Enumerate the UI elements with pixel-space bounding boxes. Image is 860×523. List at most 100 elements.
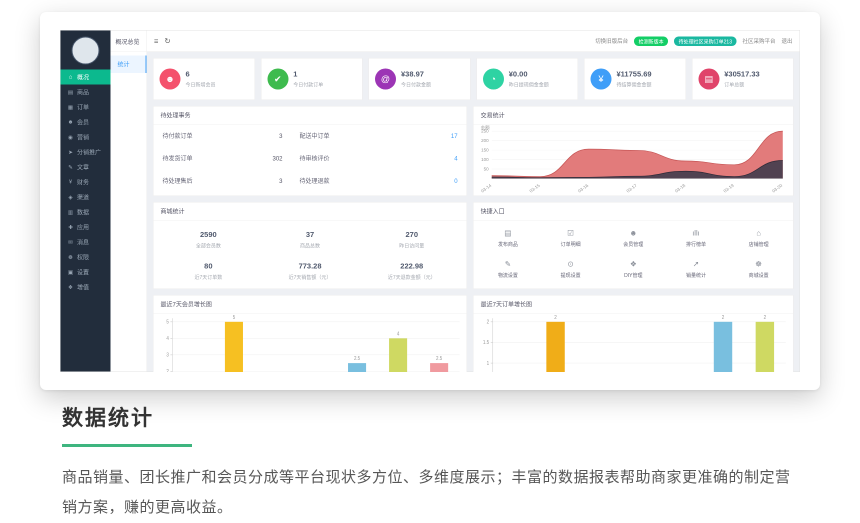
sidebar-item-3[interactable]: ☻会员 — [61, 115, 111, 130]
sidebar-item-9[interactable]: ▥数据 — [61, 205, 111, 220]
quick-entry-icon: ✎ — [477, 261, 540, 269]
quick-entry-label: 店铺管理 — [727, 240, 790, 248]
sidebar-item-4[interactable]: ◉营销 — [61, 130, 111, 145]
quick-entry-9[interactable]: ☸商城设置 — [727, 261, 790, 279]
todo-panel-title: 待处理事务 — [154, 107, 467, 125]
quick-entry-1[interactable]: ☑订单明细 — [539, 230, 602, 248]
sidebar-nav: ⌂概况▤商品▦订单☻会员◉营销➤分销推广✎文章¥财务◈渠道▥数据✚应用✉消息☸权… — [61, 70, 111, 295]
sidebar-item-5[interactable]: ➤分销推广 — [61, 145, 111, 160]
page-title: 数据统计 — [62, 402, 802, 432]
switch-version-link[interactable]: 切换旧版后台 — [595, 37, 628, 45]
quick-entry-2[interactable]: ☻会员管理 — [602, 230, 665, 248]
quick-entry-label: 会员管理 — [602, 240, 665, 248]
sidebar-item-2[interactable]: ▦订单 — [61, 100, 111, 115]
mall-stat-label: 近7天订单数 — [158, 273, 260, 281]
todo-row-0: 待付款订单3配送中订单17 — [154, 125, 467, 148]
quick-entry-8[interactable]: ↗ 销量统计 — [665, 261, 728, 279]
sidebar-item-10[interactable]: ✚应用 — [61, 220, 111, 235]
sidebar-item-icon: ▦ — [67, 104, 75, 111]
secondary-sidebar: 概况总览 统计 — [111, 31, 148, 372]
sidebar-item-8[interactable]: ◈渠道 — [61, 190, 111, 205]
mall-stat-label: 商品总数 — [259, 242, 361, 250]
sidebar-item-icon: ❖ — [67, 284, 75, 291]
svg-text:100: 100 — [481, 157, 489, 162]
quick-entry-grid: ▤ 发布商品☑订单明细☻会员管理ıllı 排行榜单⌂店铺管理 ✎物流设置⊙提现设置❖D… — [474, 221, 793, 279]
sidebar-item-6[interactable]: ✎文章 — [61, 160, 111, 175]
quick-entry-5[interactable]: ✎物流设置 — [477, 261, 540, 279]
quick-entry-7[interactable]: ❖DIY管理 — [602, 261, 665, 279]
quick-entry-0[interactable]: ▤ 发布商品 — [477, 230, 540, 248]
mall-stat-value: 37 — [259, 231, 361, 240]
svg-text:03-15: 03-15 — [529, 183, 542, 194]
svg-text:03-18: 03-18 — [674, 183, 687, 194]
logout-link[interactable]: 退出 — [782, 37, 793, 45]
quick-entry-icon: ıllı — [665, 230, 728, 238]
quick-entry-icon: ❖ — [602, 261, 665, 269]
sidebar-item-icon: ⌂ — [67, 74, 75, 80]
todo-right-value[interactable]: 4 — [433, 155, 458, 162]
stat-card-label: 昨日提现佣金金额 — [509, 81, 549, 89]
sidebar-item-icon: ➤ — [67, 149, 75, 156]
mall-stat-value: 773.28 — [259, 262, 361, 271]
sidebar-item-11[interactable]: ✉消息 — [61, 235, 111, 250]
sidebar-item-icon: ✚ — [67, 224, 75, 231]
mall-stat-0: 2590全部会员数 — [158, 231, 260, 250]
stat-card-label: 今日付款金额 — [401, 81, 431, 89]
quick-entry-label: 排行榜单 — [665, 240, 728, 248]
quick-entry-3[interactable]: ıllı 排行榜单 — [665, 230, 728, 248]
todo-left-value: 302 — [248, 155, 283, 162]
stat-card-label: 订单总额 — [724, 81, 759, 89]
todo-left-label: 待发货订单 — [163, 154, 248, 163]
mall-stats-grid: 2590全部会员数37商品总数270昨日访问量80近7天订单数773.28近7天… — [154, 221, 467, 281]
sidebar-item-0[interactable]: ⌂概况 — [61, 70, 111, 85]
secondary-sidebar-title: 概况总览 — [111, 31, 147, 52]
svg-text:03-14: 03-14 — [480, 183, 493, 194]
sidebar-item-1[interactable]: ▤商品 — [61, 85, 111, 100]
quick-entry-6[interactable]: ⊙提现设置 — [539, 261, 602, 279]
sidebar-item-icon: ▣ — [67, 269, 75, 276]
sidebar-item-12[interactable]: ☸权限 — [61, 250, 111, 265]
refresh-icon[interactable]: ↻ — [164, 37, 170, 46]
sidebar-item-statistics[interactable]: 统计 — [111, 56, 147, 74]
member-growth-panel: 最近7天会员增长图 123451.550.42.542.5 — [153, 295, 467, 372]
svg-text:5: 5 — [166, 319, 169, 326]
svg-text:4: 4 — [166, 336, 169, 343]
todo-left-label: 待付款订单 — [163, 132, 248, 141]
pending-orders-badge[interactable]: 待处理社区采购订单213 — [674, 36, 736, 46]
sidebar: ⌂概况▤商品▦订单☻会员◉营销➤分销推广✎文章¥财务◈渠道▥数据✚应用✉消息☸权… — [61, 31, 111, 372]
sidebar-item-icon: ☻ — [67, 119, 75, 125]
stat-card-text: 6今日新增会员 — [186, 70, 216, 88]
quick-entry-label: 销量统计 — [665, 271, 728, 279]
stat-card-value: ¥11755.69 — [617, 70, 652, 79]
sidebar-item-13[interactable]: ▣设置 — [61, 265, 111, 280]
svg-text:3: 3 — [166, 352, 169, 359]
todo-right-value[interactable]: 0 — [433, 177, 458, 184]
todo-right-value[interactable]: 17 — [433, 132, 458, 139]
todo-right-label: 待处理退款 — [283, 177, 433, 186]
stat-card-text: ¥11755.69待结算佣金金额 — [617, 70, 652, 88]
stat-card-1: ✔1今日付款订单 — [261, 58, 363, 100]
quick-entry-icon: ↗ — [665, 261, 728, 269]
mall-stats-panel: 商城统计 2590全部会员数37商品总数270昨日访问量80近7天订单数773.… — [153, 202, 467, 289]
menu-icon[interactable]: ≡ — [154, 37, 158, 46]
member-growth-title: 最近7天会员增长图 — [154, 296, 467, 314]
check-version-badge[interactable]: 检测新版本 — [634, 36, 668, 46]
avatar[interactable] — [72, 37, 100, 65]
svg-text:03-17: 03-17 — [626, 183, 639, 194]
sidebar-item-7[interactable]: ¥财务 — [61, 175, 111, 190]
quick-entry-icon: ⊙ — [539, 261, 602, 269]
sidebar-item-14[interactable]: ❖增值 — [61, 280, 111, 295]
mall-stat-value: 222.98 — [361, 262, 463, 271]
quick-panel-title: 快捷入口 — [474, 203, 793, 221]
quick-entry-label: 订单明细 — [539, 240, 602, 248]
todo-panel: 待处理事务 待付款订单3配送中订单17待发货订单302待审核评价4待处理售后3待… — [153, 106, 467, 196]
quick-entry-4[interactable]: ⌂店铺管理 — [727, 230, 790, 248]
sidebar-item-label: 应用 — [77, 223, 89, 232]
stat-card-icon: ◔ — [483, 69, 504, 90]
platform-link[interactable]: 社区采购平台 — [743, 37, 776, 45]
sidebar-item-label: 消息 — [77, 238, 89, 247]
svg-text:200: 200 — [481, 138, 489, 143]
mall-stat-label: 昨日访问量 — [361, 242, 463, 250]
quick-entry-icon: ▤ — [477, 230, 540, 238]
quick-entry-label: 发布商品 — [477, 240, 540, 248]
